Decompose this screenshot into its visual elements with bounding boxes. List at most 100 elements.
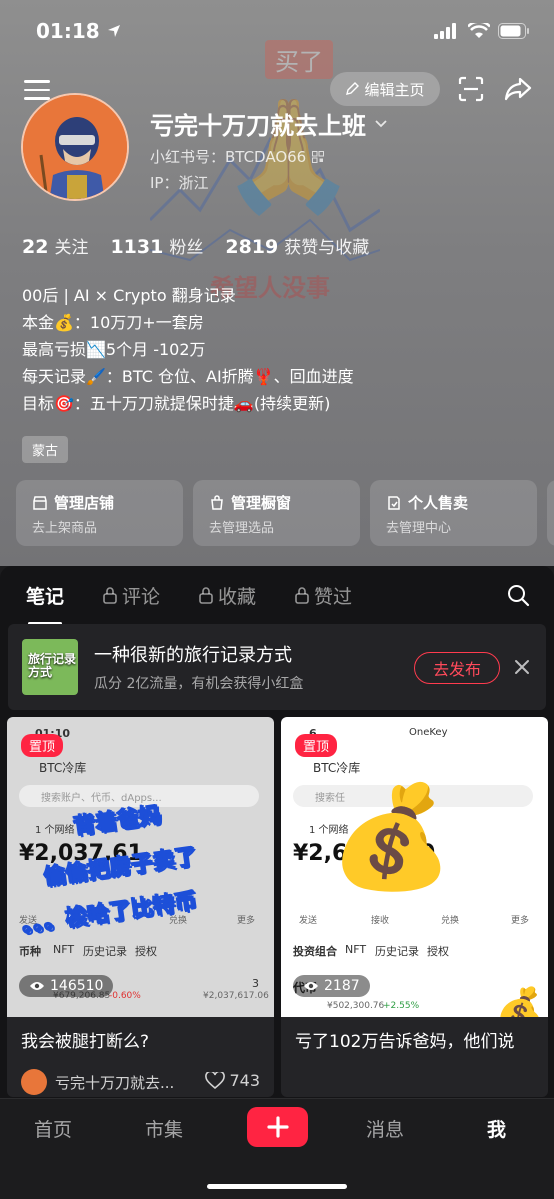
profile-bio: 00后 | AI × Crypto 翻身记录 本金💰：10万刀+一套房 最高亏损… (22, 282, 354, 417)
like-button[interactable]: 743 (205, 1071, 260, 1090)
mock-network: 1 个网络 (35, 825, 75, 836)
promo-banner[interactable]: 旅行记录方式 一种很新的旅行记录方式 瓜分 2亿流量，有机会获得小红盒 去发布 (8, 624, 546, 710)
profile-id[interactable]: 小红书号：BTCDAO66 (150, 146, 325, 167)
nav-market[interactable]: 市集 (145, 1115, 183, 1142)
profile-id-text: 小红书号：BTCDAO66 (150, 148, 307, 166)
stat-number: 2819 (225, 236, 279, 258)
avatar[interactable] (21, 93, 129, 201)
search-icon[interactable] (506, 583, 530, 607)
shop-cards: 管理店铺 去上架商品 管理橱窗 去管理选品 个人售卖 去管理中心 (16, 480, 554, 546)
profile-nickname[interactable]: 亏完十万刀就去上班 (150, 106, 388, 141)
note-author[interactable]: 亏完十万刀就去... (21, 1069, 174, 1095)
bio-line: 本金💰：10万刀+一套房 (22, 313, 204, 332)
share-icon[interactable] (504, 76, 532, 102)
mock-tab: 授权 (427, 945, 449, 958)
profile-ip: IP：浙江 (150, 174, 209, 192)
tab-liked[interactable]: 赞过 (294, 582, 352, 609)
mock-wallet-name: BTC冷库 (313, 761, 361, 775)
eye-icon (30, 982, 44, 990)
edit-profile-button[interactable]: 编辑主页 (330, 72, 440, 106)
stat-followers[interactable]: 1131 粉丝 (110, 233, 203, 258)
menu-icon[interactable] (24, 76, 50, 100)
tab-notes[interactable]: 笔记 (26, 582, 65, 625)
mock-tab: NFT (53, 943, 75, 956)
view-count: 2187 (293, 975, 370, 997)
plus-icon (266, 1116, 289, 1138)
nickname-text: 亏完十万刀就去上班 (150, 112, 366, 140)
promo-publish-button[interactable]: 去发布 (414, 652, 500, 684)
battery-icon (498, 23, 529, 39)
view-count-text: 146510 (50, 978, 104, 994)
nav-me[interactable]: 我 (487, 1115, 506, 1142)
manage-store-card[interactable]: 管理店铺 去上架商品 (16, 480, 183, 546)
mock-tab: 币种 (19, 945, 41, 958)
eye-icon (304, 982, 318, 990)
mock-action-receive: 接收 (371, 916, 390, 926)
mock-tab: 历史记录 (83, 945, 127, 958)
shop-card-sub: 去管理选品 (209, 521, 275, 536)
stat-number: 1131 (110, 236, 164, 258)
money-bag-icon: 💰 (495, 986, 545, 1017)
mock-action-send: 发送 (299, 916, 318, 926)
tab-label: 笔记 (26, 585, 65, 608)
stat-label: 粉丝 (169, 238, 204, 258)
mock-action-more: 更多 (237, 916, 256, 926)
location-tag[interactable]: 蒙古 (22, 436, 69, 463)
chevron-down-icon (375, 119, 387, 127)
nav-home[interactable]: 首页 (34, 1115, 72, 1142)
wifi-icon (468, 23, 490, 38)
profile-header: 买了 🙏 希望人没事 01:18 编辑主页 亏完十万刀就去上班 小红书号：BTC… (0, 0, 554, 566)
mock-action-more: 更多 (511, 916, 530, 926)
tab-collections[interactable]: 收藏 (198, 582, 256, 609)
shop-card-title: 管理店铺 (54, 494, 115, 512)
mock-wallet-name: BTC冷库 (39, 761, 87, 775)
bio-line: 目标🎯：五十万刀就提保时捷🚗(持续更新) (22, 394, 331, 413)
pinned-badge: 置顶 (21, 734, 64, 757)
promo-thumbnail: 旅行记录方式 (22, 639, 78, 695)
mock-asset-total: ¥2,037,617.06 (203, 991, 269, 1001)
promo-thumb-text: 旅行记录方式 (28, 652, 77, 679)
promo-title: 一种很新的旅行记录方式 (94, 645, 292, 666)
promo-subtitle: 瓜分 2亿流量，有机会获得小红盒 (94, 676, 304, 692)
pencil-icon (346, 82, 360, 95)
more-shop-card[interactable] (547, 480, 554, 546)
tab-label: 赞过 (314, 585, 353, 608)
stat-likes-collects[interactable]: 2819 获赞与收藏 (225, 233, 369, 258)
stat-following[interactable]: 22 关注 (22, 233, 88, 258)
status-time: 01:18 (36, 19, 122, 43)
lock-icon (103, 587, 117, 604)
create-post-button[interactable] (247, 1107, 308, 1147)
scan-icon[interactable] (458, 76, 484, 102)
shop-card-sub: 去管理中心 (386, 521, 452, 536)
tab-comments[interactable]: 评论 (102, 582, 160, 609)
like-count: 743 (229, 1071, 260, 1090)
mock-tab: 授权 (135, 945, 157, 958)
personal-sales-card[interactable]: 个人售卖 去管理中心 (370, 480, 537, 546)
note-title: 我会被腿打断么? (21, 1032, 150, 1052)
bio-line: 最高亏损📉5个月 -102万 (22, 340, 206, 359)
mock-asset-change: +2.55% (383, 1001, 420, 1011)
nav-messages[interactable]: 消息 (366, 1115, 404, 1142)
author-name: 亏完十万刀就去... (55, 1073, 175, 1092)
sales-icon (388, 495, 400, 510)
note-card[interactable]: 01:10 BTC冷库 搜索账户、代币、dApps... 1 个网络 ¥2,03… (7, 717, 274, 1097)
mock-action-swap: 兑换 (441, 916, 460, 926)
shop-card-sub: 去上架商品 (32, 521, 98, 536)
note-card[interactable]: 6 OneKey BTC冷库 搜索任 1 个网络 ¥2,6 49 发送 接收 兑… (281, 717, 548, 1097)
location-arrow-icon (107, 25, 120, 37)
view-count-text: 2187 (324, 978, 360, 994)
manage-showcase-card[interactable]: 管理橱窗 去管理选品 (193, 480, 360, 546)
edit-profile-label: 编辑主页 (364, 80, 425, 99)
status-bar: 01:18 (36, 16, 530, 46)
note-cover: 01:10 BTC冷库 搜索账户、代币、dApps... 1 个网络 ¥2,03… (7, 717, 274, 1017)
pinned-badge: 置顶 (295, 734, 338, 757)
lock-icon (295, 587, 309, 604)
store-icon (33, 495, 47, 510)
note-cover: 6 OneKey BTC冷库 搜索任 1 个网络 ¥2,6 49 发送 接收 兑… (281, 717, 548, 1017)
home-indicator (207, 1184, 347, 1189)
view-count: 146510 (19, 975, 114, 997)
close-icon[interactable] (511, 656, 533, 678)
shop-card-title: 个人售卖 (408, 494, 469, 512)
content-tabs: 笔记 评论 收藏 赞过 (0, 566, 554, 625)
mock-asset-value: ¥502,300.76 (327, 1001, 385, 1011)
